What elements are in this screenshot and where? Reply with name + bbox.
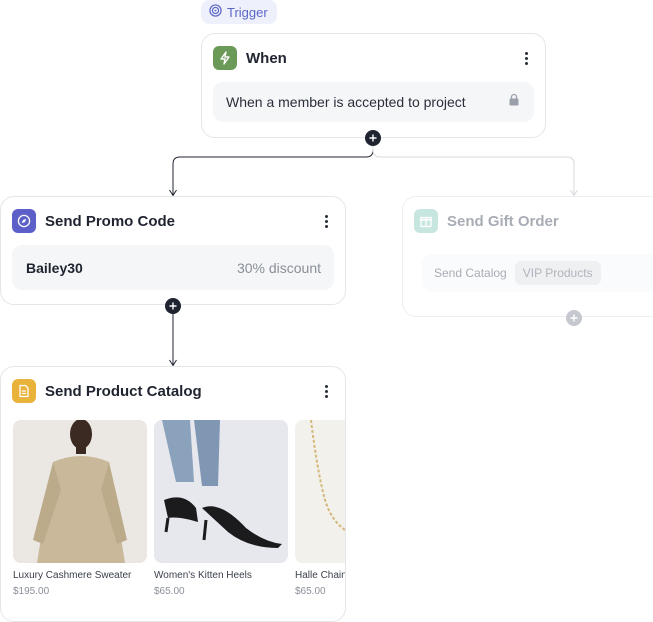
product-price: $65.00	[154, 586, 185, 597]
product-price: $65.00	[295, 586, 326, 597]
target-icon	[209, 4, 222, 20]
trigger-label: Trigger	[227, 4, 268, 20]
catalog-chip[interactable]: VIP Products	[514, 261, 601, 285]
catalog-card[interactable]: Send Product Catalog Luxury Cashmere Swe…	[0, 366, 346, 622]
product-name: Halle Chain	[295, 570, 346, 581]
catalog-title: Send Product Catalog	[45, 382, 202, 400]
promo-code-field[interactable]: Bailey30 30% discount	[12, 245, 334, 290]
more-options-icon[interactable]	[318, 211, 334, 231]
gift-title: Send Gift Order	[447, 212, 559, 230]
gift-action-label: Send Catalog	[434, 266, 507, 280]
add-step-button[interactable]	[365, 130, 381, 146]
product-card[interactable]: Luxury Cashmere Sweater $195.00	[13, 420, 147, 597]
add-step-button[interactable]	[566, 310, 582, 326]
when-card[interactable]: When When a member is accepted to projec…	[201, 33, 546, 138]
product-card[interactable]: Women's Kitten Heels $65.00	[154, 420, 288, 597]
chain-image	[295, 420, 345, 563]
condition-text: When a member is accepted to project	[226, 94, 466, 110]
gift-card[interactable]: Send Gift Order Send Catalog VIP Product…	[402, 196, 653, 317]
promo-discount: 30% discount	[236, 259, 321, 276]
compass-icon	[12, 209, 36, 233]
gift-icon	[414, 209, 438, 233]
product-name: Women's Kitten Heels	[154, 570, 252, 581]
more-options-icon[interactable]	[518, 48, 534, 68]
document-icon	[12, 379, 36, 403]
product-name: Luxury Cashmere Sweater	[13, 570, 132, 581]
promo-title: Send Promo Code	[45, 212, 176, 230]
lock-icon	[508, 93, 520, 111]
promo-card[interactable]: Send Promo Code Bailey30 30% discount	[0, 196, 346, 305]
gift-action-field[interactable]: Send Catalog VIP Products	[422, 254, 653, 292]
more-options-icon[interactable]	[318, 381, 334, 401]
sweater-image	[13, 420, 147, 563]
when-title: When	[246, 49, 287, 67]
product-card[interactable]: Halle Chain $65.00	[295, 420, 346, 597]
bolt-icon	[213, 46, 237, 70]
trigger-pill[interactable]: Trigger	[201, 0, 277, 24]
product-price: $195.00	[13, 586, 50, 597]
trigger-condition[interactable]: When a member is accepted to project	[213, 82, 534, 122]
add-step-button[interactable]	[165, 298, 181, 314]
promo-code: Bailey30	[26, 259, 83, 276]
heels-image	[154, 420, 288, 563]
